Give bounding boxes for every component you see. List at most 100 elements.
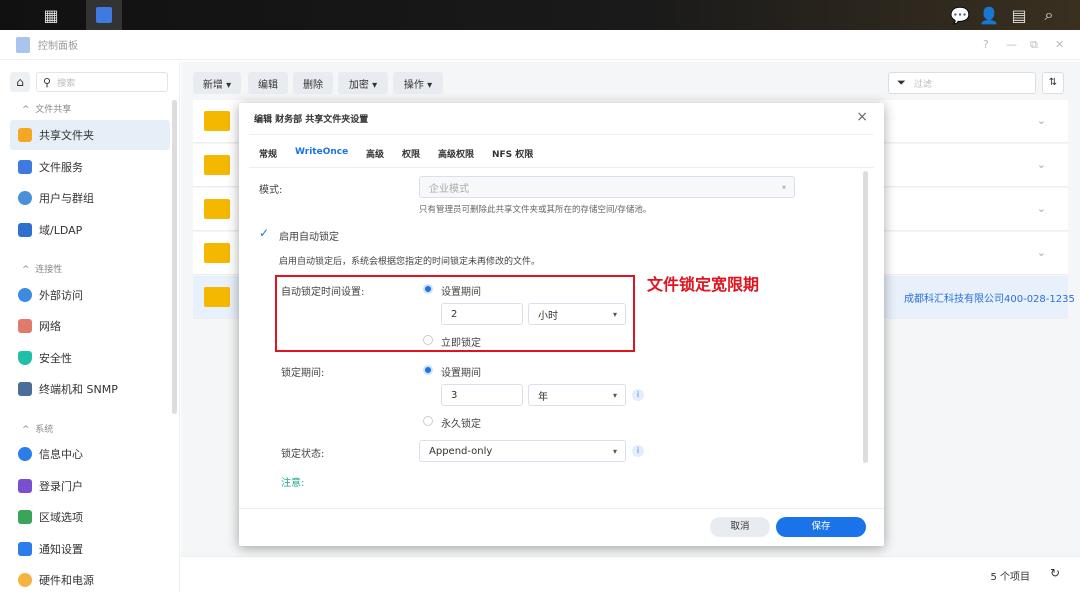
search-icon: ⚲ — [43, 75, 52, 89]
sidebar-item-shared-folder[interactable]: 共享文件夹 — [10, 120, 170, 150]
terminal-icon — [18, 382, 32, 396]
item-count: 5 个项目 — [990, 572, 1030, 583]
immediate-lock-label: 立即锁定 — [441, 338, 481, 349]
close-icon[interactable]: × — [856, 109, 868, 125]
dialog-scrollbar[interactable] — [863, 171, 868, 463]
chevron-down-icon[interactable]: ⌄ — [1037, 158, 1046, 171]
sidebar-item-notification[interactable]: 通知设置 — [10, 534, 170, 564]
info-icon[interactable]: i — [632, 389, 644, 401]
section-connectivity[interactable]: ^ 连接性 — [22, 262, 62, 275]
note-label: 注意: — [281, 478, 305, 489]
control-panel-taskbar-icon[interactable] — [86, 0, 122, 30]
main-menu-icon[interactable]: ▦ — [33, 0, 69, 30]
network-icon — [18, 319, 32, 333]
lock-period-value-input[interactable]: 3 — [441, 384, 523, 406]
status-bar: 5 个项目 ↻ — [181, 556, 1080, 592]
help-button[interactable]: ? — [983, 38, 989, 51]
tab-nfs-permissions[interactable]: NFS 权限 — [492, 147, 533, 160]
permanent-lock-label: 永久锁定 — [441, 419, 481, 430]
mode-note: 只有管理员可删除此共享文件夹或其所在的存储空间/存储池。 — [419, 205, 652, 215]
control-panel-icon — [16, 36, 30, 53]
close-window-button[interactable]: ✕ — [1055, 38, 1064, 51]
save-button[interactable]: 保存 — [776, 517, 866, 537]
sort-button[interactable]: ⇅ — [1042, 72, 1064, 94]
sidebar-item-regional-options[interactable]: 区域选项 — [10, 502, 170, 532]
shield-icon — [18, 351, 32, 365]
window-titlebar: 控制面板 — [0, 30, 1080, 60]
sidebar-item-users-groups[interactable]: 用户与群组 — [10, 183, 170, 213]
lock-set-period-label: 设置期间 — [441, 368, 481, 379]
folder-icon — [204, 287, 230, 307]
login-portal-icon — [18, 479, 32, 493]
watermark: 成都科汇科技有限公司400-028-1235 — [904, 294, 1075, 305]
mode-select: 企业模式 ▾ — [419, 176, 795, 198]
cancel-button[interactable]: 取消 — [710, 517, 770, 537]
tab-general[interactable]: 常规 — [259, 147, 277, 160]
minimize-button[interactable]: — — [1006, 38, 1017, 51]
auto-lock-value-input[interactable]: 2 — [441, 303, 523, 325]
radio-lock-set-period[interactable] — [423, 365, 433, 375]
external-access-icon — [18, 288, 32, 302]
chevron-down-icon[interactable]: ⌄ — [1037, 246, 1046, 259]
tab-advanced[interactable]: 高级 — [366, 147, 384, 160]
edit-button[interactable]: 编辑 — [248, 72, 288, 94]
encrypt-button[interactable]: 加密 ▾ — [338, 72, 388, 94]
folder-icon — [204, 199, 230, 219]
maximize-button[interactable]: ⧉ — [1030, 38, 1038, 52]
tab-writeonce[interactable]: WriteOnce — [295, 147, 348, 157]
folder-icon — [204, 155, 230, 175]
info-icon — [18, 447, 32, 461]
radio-immediate-lock[interactable] — [423, 335, 433, 345]
chevron-down-icon[interactable]: ⌄ — [1037, 202, 1046, 215]
sidebar-item-file-services[interactable]: 文件服务 — [10, 152, 170, 182]
lock-period-unit-select[interactable]: 年 ▾ — [528, 384, 626, 406]
search-input[interactable]: ⚲ 搜索 — [36, 72, 168, 92]
sidebar: ⌂ ⚲ 搜索 ^ 文件共享 共享文件夹 文件服务 用户与群组 域/LDAP ^ … — [0, 62, 180, 592]
sidebar-item-domain-ldap[interactable]: 域/LDAP — [10, 215, 170, 245]
search-icon[interactable]: ⌕ — [1031, 0, 1067, 30]
sidebar-item-terminal-snmp[interactable]: 终端机和 SNMP — [10, 374, 170, 404]
lock-state-select[interactable]: Append-only ▾ — [419, 440, 626, 462]
mode-label: 模式: — [259, 185, 283, 196]
sidebar-item-info-center[interactable]: 信息中心 — [10, 439, 170, 469]
section-file-sharing[interactable]: ^ 文件共享 — [22, 102, 71, 115]
section-system[interactable]: ^ 系统 — [22, 422, 53, 435]
refresh-icon[interactable]: ↻ — [1050, 566, 1060, 580]
users-icon — [18, 191, 32, 205]
bulb-icon — [18, 573, 32, 587]
home-button[interactable]: ⌂ — [10, 72, 30, 92]
taskbar: ▦ 💬 👤 ▤ ⌕ — [0, 0, 1080, 30]
sidebar-scrollbar[interactable] — [172, 100, 177, 414]
new-button[interactable]: 新增 ▾ — [193, 72, 241, 94]
regional-icon — [18, 510, 32, 524]
folder-icon — [204, 111, 230, 131]
lock-state-label: 锁定状态: — [281, 449, 325, 460]
radio-auto-set-period[interactable] — [423, 284, 433, 294]
notification-icon — [18, 542, 32, 556]
auto-set-period-label: 设置期间 — [441, 287, 481, 298]
auto-lock-unit-select[interactable]: 小时 ▾ — [528, 303, 626, 325]
info-icon[interactable]: i — [632, 445, 644, 457]
window-title: 控制面板 — [38, 41, 78, 52]
file-services-icon — [18, 160, 32, 174]
radio-permanent-lock[interactable] — [423, 416, 433, 426]
sidebar-item-hardware-power[interactable]: 硬件和电源 — [10, 565, 170, 595]
sidebar-item-network[interactable]: 网络 — [10, 311, 170, 341]
sidebar-item-login-portal[interactable]: 登录门户 — [10, 471, 170, 501]
shared-folder-settings-dialog: 编辑 财务部 共享文件夹设置 × 常规 WriteOnce 高级 权限 高级权限… — [239, 103, 884, 546]
search-placeholder: 搜索 — [57, 78, 76, 89]
delete-button[interactable]: 删除 — [293, 72, 333, 94]
tab-permissions[interactable]: 权限 — [402, 147, 420, 160]
folder-icon — [18, 128, 32, 142]
sidebar-item-external-access[interactable]: 外部访问 — [10, 280, 170, 310]
auto-lock-time-label: 自动锁定时间设置: — [281, 287, 365, 298]
domain-icon — [18, 223, 32, 237]
auto-lock-checkbox[interactable]: ✓ — [259, 226, 269, 240]
dialog-title: 编辑 财务部 共享文件夹设置 — [254, 115, 369, 125]
auto-lock-label: 启用自动锁定 — [279, 232, 339, 243]
sidebar-item-security[interactable]: 安全性 — [10, 343, 170, 373]
chevron-down-icon[interactable]: ⌄ — [1037, 114, 1046, 127]
tab-advanced-permissions[interactable]: 高级权限 — [438, 147, 474, 160]
filter-input[interactable]: ⏷ 过滤 — [888, 72, 1036, 94]
action-button[interactable]: 操作 ▾ — [393, 72, 443, 94]
